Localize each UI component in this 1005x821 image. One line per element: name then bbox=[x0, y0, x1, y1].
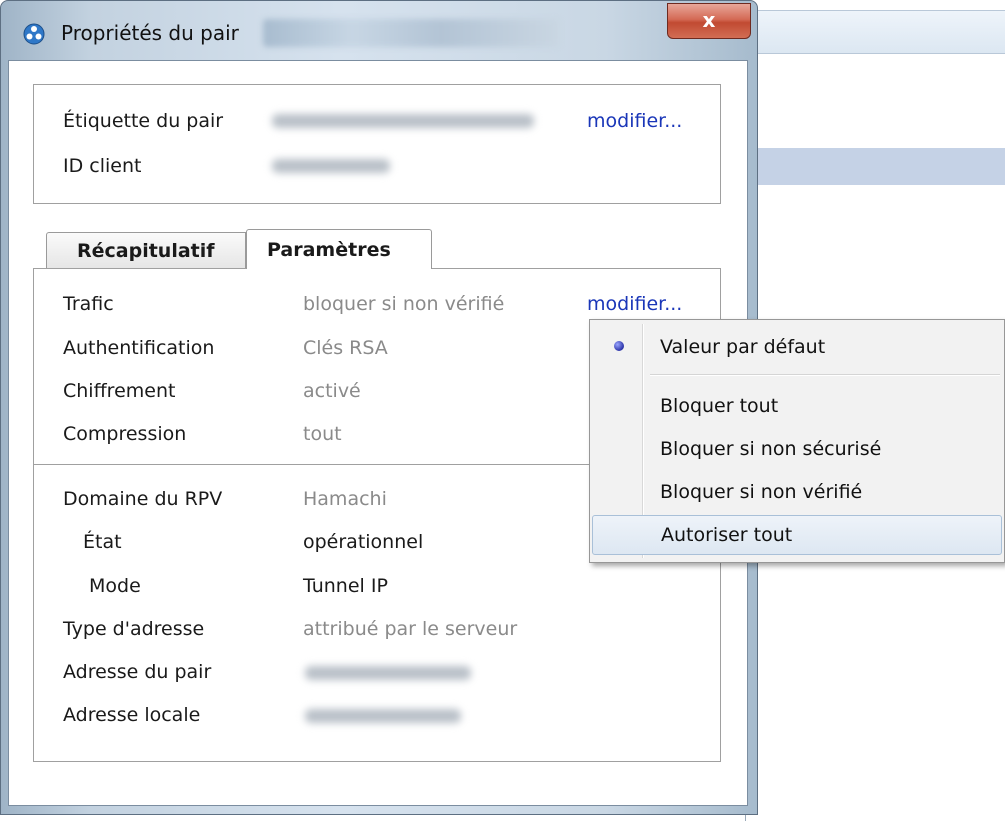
vpn-domain-label: Domaine du RPV bbox=[63, 488, 223, 510]
encryption-label: Chiffrement bbox=[63, 380, 176, 402]
menu-item-default-value[interactable]: Valeur par défaut bbox=[592, 327, 1002, 367]
menu-item-label: Autoriser tout bbox=[661, 524, 793, 546]
menu-item-block-all[interactable]: Bloquer tout bbox=[592, 386, 1002, 426]
tab-summary[interactable]: Récapitulatif bbox=[46, 232, 246, 268]
modify-traffic-link[interactable]: modifier... bbox=[587, 293, 682, 315]
radio-selected-icon bbox=[614, 341, 624, 351]
title-bar[interactable]: Propriétés du pair x bbox=[1, 1, 757, 61]
traffic-label: Trafic bbox=[63, 293, 114, 315]
authentication-value: Clés RSA bbox=[303, 337, 388, 359]
compression-label: Compression bbox=[63, 423, 187, 445]
peer-label-title: Étiquette du pair bbox=[63, 110, 224, 132]
vpn-domain-value: Hamachi bbox=[303, 488, 387, 510]
address-type-value: attribué par le serveur bbox=[303, 618, 518, 640]
state-label: État bbox=[83, 531, 122, 553]
peer-address-label: Adresse du pair bbox=[63, 661, 212, 683]
menu-item-block-unverified[interactable]: Bloquer si non vérifié bbox=[592, 472, 1002, 512]
redacted-peer-address bbox=[305, 666, 471, 680]
menu-separator bbox=[650, 374, 1000, 376]
menu-item-label: Valeur par défaut bbox=[660, 336, 826, 358]
traffic-value: bloquer si non vérifié bbox=[303, 293, 505, 315]
state-value: opérationnel bbox=[303, 531, 424, 553]
mode-label: Mode bbox=[89, 575, 141, 597]
redacted-local-address bbox=[305, 709, 461, 723]
background-window-header bbox=[746, 10, 1005, 54]
redacted-peer-name bbox=[263, 19, 559, 47]
close-button[interactable]: x bbox=[667, 3, 751, 39]
redacted-peer-label bbox=[272, 114, 534, 128]
hamachi-app-icon bbox=[23, 23, 45, 45]
menu-item-allow-all[interactable]: Autoriser tout bbox=[592, 515, 1002, 555]
modify-peer-label-link[interactable]: modifier... bbox=[587, 110, 682, 132]
mode-value: Tunnel IP bbox=[303, 575, 388, 597]
address-type-label: Type d'adresse bbox=[63, 618, 205, 640]
background-selected-row bbox=[746, 148, 1005, 185]
peer-info-box bbox=[33, 84, 721, 204]
encryption-value: activé bbox=[303, 380, 361, 402]
redacted-client-id bbox=[272, 159, 390, 173]
menu-item-label: Bloquer si non sécurisé bbox=[660, 438, 882, 460]
authentication-label: Authentification bbox=[63, 337, 215, 359]
client-id-title: ID client bbox=[63, 155, 142, 177]
tab-settings[interactable]: Paramètres bbox=[246, 229, 432, 269]
traffic-context-menu: Valeur par défaut Bloquer tout Bloquer s… bbox=[589, 319, 1005, 563]
window-title: Propriétés du pair bbox=[61, 21, 239, 45]
local-address-label: Adresse locale bbox=[63, 704, 201, 726]
compression-value: tout bbox=[303, 423, 342, 445]
menu-item-label: Bloquer si non vérifié bbox=[660, 481, 863, 503]
menu-item-block-unsecured[interactable]: Bloquer si non sécurisé bbox=[592, 429, 1002, 469]
menu-item-label: Bloquer tout bbox=[660, 395, 779, 417]
